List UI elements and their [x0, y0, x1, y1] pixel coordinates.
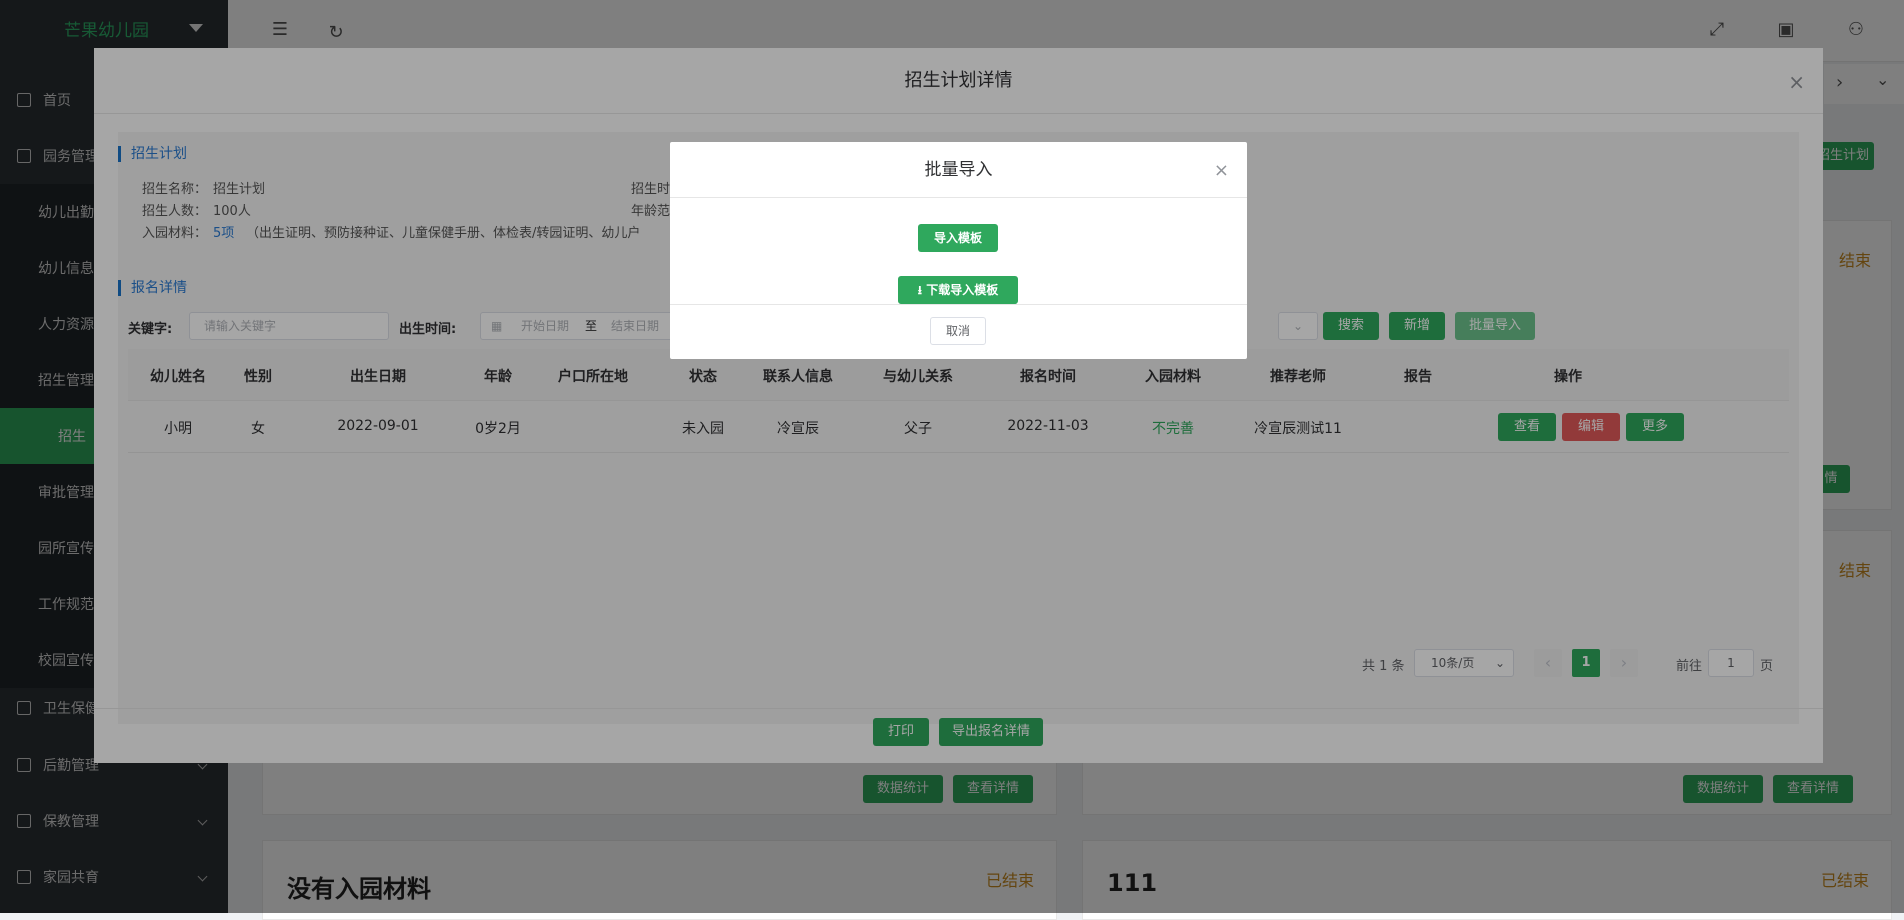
download-icon: ⭳	[917, 283, 927, 297]
download-template-label: 下载导入模板	[926, 283, 999, 297]
import-template-button[interactable]: 导入模板	[918, 224, 998, 252]
dialog-title: 批量导入	[670, 142, 1247, 198]
download-template-button[interactable]: ⭳ 下载导入模板	[898, 276, 1018, 304]
batch-import-dialog: 批量导入 × 导入模板 ⭳ 下载导入模板 取消	[670, 142, 1247, 359]
close-icon[interactable]: ×	[1214, 160, 1229, 181]
divider	[670, 304, 1247, 305]
cancel-button[interactable]: 取消	[930, 317, 986, 345]
